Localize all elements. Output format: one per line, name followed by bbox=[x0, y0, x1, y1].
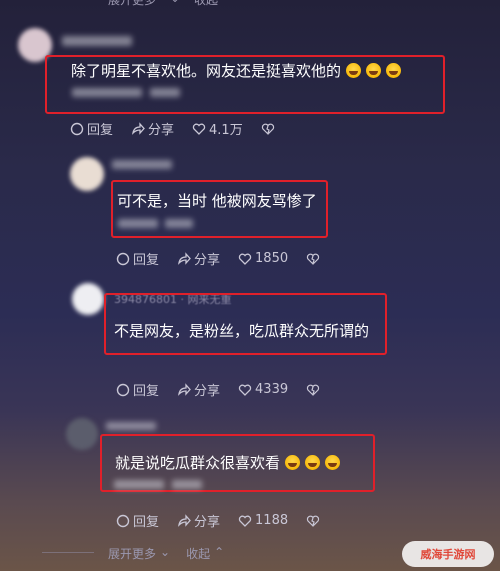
top-expand-bar: 展开更多 ⌄ 收起 ⌃ bbox=[0, 0, 500, 10]
avatar[interactable] bbox=[66, 418, 98, 450]
chevron-down-icon: ⌄ bbox=[170, 0, 180, 5]
comment-meta-blurred bbox=[150, 88, 180, 97]
expand-more-link[interactable]: 展开更多 bbox=[108, 0, 156, 8]
avatar[interactable] bbox=[70, 157, 104, 191]
laugh-emoji-icon bbox=[386, 63, 402, 78]
dislike-button[interactable] bbox=[306, 383, 320, 397]
comment-meta-blurred bbox=[114, 480, 164, 489]
reply-bubble-icon bbox=[116, 514, 130, 527]
username-blurred bbox=[62, 36, 132, 46]
smile-emoji-icon bbox=[305, 455, 321, 470]
footer-expand-bar: 展开更多 ⌄ 收起 ⌃ bbox=[108, 545, 224, 562]
reply-bubble-icon bbox=[116, 383, 130, 396]
smile-emoji-icon bbox=[285, 455, 301, 470]
collapse-link[interactable]: 收起 bbox=[194, 0, 218, 8]
collapse-link[interactable]: 收起 bbox=[186, 545, 210, 562]
reply-button[interactable]: 回复 bbox=[70, 119, 113, 138]
share-button[interactable]: 分享 bbox=[177, 511, 220, 530]
dislike-button[interactable] bbox=[261, 122, 275, 136]
heart-icon bbox=[238, 384, 252, 396]
share-arrow-icon bbox=[178, 513, 191, 527]
broken-heart-icon bbox=[261, 123, 274, 135]
avatar[interactable] bbox=[72, 283, 104, 315]
comment-meta-blurred bbox=[72, 88, 142, 97]
watermark-text: 威海手游网 bbox=[420, 548, 476, 561]
like-button[interactable]: 1188 bbox=[238, 513, 288, 528]
comment-meta-blurred bbox=[165, 219, 193, 228]
heart-icon bbox=[238, 515, 252, 527]
laugh-emoji-icon bbox=[346, 63, 362, 78]
comment-actions: 回复 分享 1188 bbox=[116, 511, 338, 530]
site-watermark: 威海手游网 bbox=[402, 541, 494, 567]
comment-text: 不是网友，是粉丝，吃瓜群众无所谓的 bbox=[114, 322, 370, 340]
reply-button[interactable]: 回复 bbox=[116, 511, 159, 530]
comment-actions: 回复 分享 4339 bbox=[116, 380, 338, 399]
share-arrow-icon bbox=[178, 382, 191, 396]
username-blurred bbox=[106, 422, 156, 430]
comment-meta-blurred bbox=[172, 480, 202, 489]
chevron-up-icon: ⌃ bbox=[214, 545, 225, 559]
comment-text: 就是说吃瓜群众很喜欢看 bbox=[115, 452, 341, 473]
laugh-emoji-icon bbox=[366, 63, 382, 78]
broken-heart-icon bbox=[307, 515, 320, 527]
broken-heart-icon bbox=[307, 384, 320, 396]
dislike-button[interactable] bbox=[306, 514, 320, 528]
share-arrow-icon bbox=[132, 121, 145, 135]
like-button[interactable]: 4.1万 bbox=[192, 119, 243, 138]
username-blurred bbox=[112, 160, 172, 169]
reply-button[interactable]: 回复 bbox=[116, 380, 159, 399]
reply-button[interactable]: 回复 bbox=[116, 249, 159, 268]
broken-heart-icon bbox=[307, 253, 320, 265]
comment-text: 可不是，当时 他被网友骂惨了 bbox=[117, 192, 317, 210]
divider bbox=[42, 552, 94, 553]
dislike-button[interactable] bbox=[306, 252, 320, 266]
smile-emoji-icon bbox=[325, 455, 341, 470]
heart-icon bbox=[238, 253, 252, 265]
expand-more-link[interactable]: 展开更多 bbox=[108, 545, 156, 562]
chevron-down-icon: ⌄ bbox=[160, 545, 171, 559]
share-arrow-icon bbox=[178, 251, 191, 265]
comment-actions: 回复 分享 1850 bbox=[116, 249, 338, 268]
reply-bubble-icon bbox=[116, 252, 130, 265]
comment-actions: 回复 分享 4.1万 bbox=[70, 119, 293, 138]
share-button[interactable]: 分享 bbox=[177, 380, 220, 399]
comment-meta-blurred bbox=[118, 219, 158, 228]
share-button[interactable]: 分享 bbox=[131, 119, 174, 138]
like-button[interactable]: 1850 bbox=[238, 251, 288, 266]
like-button[interactable]: 4339 bbox=[238, 382, 288, 397]
comment-text: 除了明星不喜欢他。网友还是挺喜欢他的 bbox=[71, 60, 402, 81]
share-button[interactable]: 分享 bbox=[177, 249, 220, 268]
heart-icon bbox=[192, 123, 206, 135]
reply-bubble-icon bbox=[70, 122, 84, 135]
chevron-up-icon: ⌃ bbox=[222, 0, 232, 5]
